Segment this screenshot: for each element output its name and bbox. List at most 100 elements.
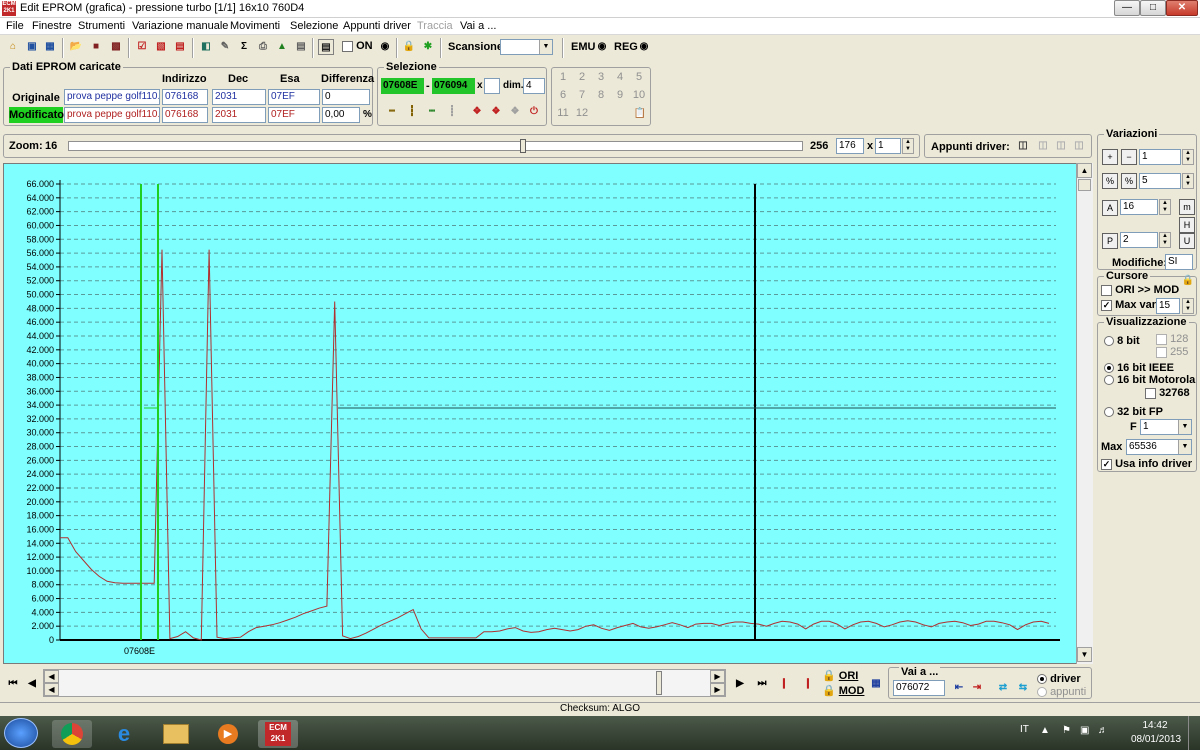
decrease-percent-icon[interactable]: % — [1121, 173, 1137, 189]
map-button-3[interactable]: 3 — [592, 69, 610, 85]
selection-x-field[interactable] — [484, 78, 500, 94]
f-select[interactable]: 1 ▼ — [1140, 419, 1192, 435]
hold-icon[interactable]: H — [1179, 217, 1195, 233]
goto-right-icon[interactable]: ⇥ — [969, 680, 985, 696]
menu-file[interactable]: File — [6, 20, 24, 32]
step2-field[interactable]: 5 — [1139, 173, 1181, 189]
prev-page-icon[interactable]: ◀ — [24, 676, 40, 692]
graph-area[interactable]: 0 2.000 4.000 6.000 8.000 10.000 12.000 14.000 1… — [3, 163, 1093, 664]
copy-selection-icon[interactable]: ❖ — [469, 104, 485, 120]
menu-finestre[interactable]: Finestre — [32, 20, 72, 32]
clock-date[interactable]: 08/01/2013 — [1128, 734, 1184, 745]
chevron-down-icon[interactable]: ▼ — [1178, 420, 1191, 434]
panel-icon[interactable]: ▦ — [42, 39, 58, 55]
usa-info-checkbox[interactable]: ✓ — [1101, 458, 1112, 470]
swap-icon[interactable]: ⇄ — [995, 680, 1011, 696]
file-explorer-icon[interactable] — [156, 720, 196, 748]
radio-16bit-motorola[interactable]: 16 bit Motorola — [1104, 374, 1195, 386]
map-button-8[interactable]: 8 — [592, 87, 610, 103]
calculator-icon[interactable]: ◧ — [198, 39, 214, 55]
map-button-11[interactable]: 11 — [554, 105, 572, 121]
zoom-slider-track[interactable] — [68, 139, 803, 153]
map-button-5[interactable]: 5 — [630, 69, 648, 85]
swap-back-icon[interactable]: ⇆ — [1015, 680, 1031, 696]
radio-8bit[interactable]: 8 bit — [1104, 335, 1140, 347]
eprom-chart[interactable]: 0 2.000 4.000 6.000 8.000 10.000 12.000 14.000 1… — [4, 164, 1076, 663]
tray-chevron-icon[interactable]: ▲ — [1040, 725, 1050, 736]
window-icon[interactable]: ▤ — [318, 39, 334, 55]
h-scroll-thumb[interactable] — [656, 671, 662, 695]
step2-spinner[interactable]: ▲ ▼ — [1182, 173, 1194, 189]
zoom-spinner[interactable]: ▲ ▼ — [902, 138, 914, 154]
map-button-7[interactable]: 7 — [573, 87, 591, 103]
graph-vertical-scrollbar[interactable]: ▲ ▼ — [1076, 163, 1093, 664]
scroll-right-2-icon[interactable]: ▶ — [710, 683, 725, 696]
scroll-right-icon[interactable]: ▶ — [710, 670, 725, 683]
maximize-button[interactable]: □ — [1140, 0, 1166, 16]
map-button-6[interactable]: 6 — [554, 87, 572, 103]
minimize-button[interactable]: — — [1114, 0, 1140, 16]
menu-selezione[interactable]: Selezione — [290, 20, 338, 32]
mod-button[interactable]: 🔒 MOD — [822, 684, 864, 697]
show-desktop-button[interactable] — [1188, 716, 1200, 750]
chevron-down-icon[interactable]: ▼ — [1178, 440, 1191, 454]
ori-button[interactable]: 🔒 ORI — [822, 669, 858, 682]
select-range-icon[interactable]: ┉ — [424, 104, 440, 120]
originale-diff[interactable]: 0 — [322, 89, 370, 105]
scroll-left-icon[interactable]: ◀ — [44, 670, 59, 683]
increase-step-icon[interactable]: + — [1102, 149, 1118, 165]
usa-info-toggle[interactable]: ✓ Usa info driver — [1101, 458, 1192, 470]
dim-field[interactable]: 4 — [523, 78, 545, 94]
zoom-value[interactable]: 176 — [836, 138, 864, 154]
runner-icon[interactable]: ✱ — [420, 39, 436, 55]
menu-strumenti[interactable]: Strumenti — [78, 20, 125, 32]
map-button-9[interactable]: 9 — [611, 87, 629, 103]
scroll-down-arrow-icon[interactable]: ▼ — [1077, 647, 1092, 662]
map-button-2[interactable]: 2 — [573, 69, 591, 85]
selection-to[interactable]: 076094 — [432, 78, 475, 94]
radio-16bit-ieee[interactable]: 16 bit IEEE — [1104, 362, 1174, 374]
map-button-12[interactable]: 12 — [573, 105, 591, 121]
ecm-app-icon[interactable]: ECM 2K1 — [258, 720, 298, 748]
menu-appunti-driver[interactable]: Appunti driver — [343, 20, 411, 32]
media-player-icon[interactable]: ▶ — [208, 720, 248, 748]
on-checkbox[interactable] — [342, 40, 353, 52]
tray-flag-icon[interactable]: ⚑ — [1062, 725, 1071, 736]
cursor-lock-icon[interactable]: 🔒 — [1180, 273, 1196, 289]
max-select[interactable]: 65536 ▼ — [1126, 439, 1192, 455]
scroll-thumb[interactable] — [1078, 179, 1091, 191]
maxvar-field[interactable]: 15 — [1156, 298, 1180, 314]
maxvar-toggle[interactable]: ✓ Max var — [1101, 299, 1156, 311]
last-icon[interactable]: ⏭ — [754, 676, 770, 692]
scroll-up-arrow-icon[interactable]: ▲ — [1077, 163, 1092, 178]
clock-time[interactable]: 14:42 — [1140, 720, 1170, 731]
vai-a-field[interactable]: 076072 — [893, 680, 945, 696]
flag-icon[interactable]: ▦ — [868, 676, 884, 692]
internet-explorer-icon[interactable]: e — [104, 720, 144, 748]
check-icon[interactable]: ☑ — [134, 39, 150, 55]
menu-movimenti[interactable]: Movimenti — [230, 20, 280, 32]
edit-icon[interactable]: ✎ — [217, 39, 233, 55]
multiply-icon[interactable]: m — [1179, 199, 1195, 215]
on-toggle[interactable]: ON — [342, 40, 373, 52]
clip-copy-icon[interactable]: ◫ — [1015, 138, 1031, 154]
decrease-step-icon[interactable]: − — [1121, 149, 1137, 165]
prev-mark-icon[interactable]: ❙ — [776, 676, 792, 692]
table-icon[interactable]: ▤ — [172, 39, 188, 55]
selection-from[interactable]: 07608E — [381, 78, 424, 94]
step3-spinner[interactable]: ▲ ▼ — [1159, 199, 1171, 215]
goto-left-icon[interactable]: ⇤ — [951, 680, 967, 696]
modificato-diff[interactable]: 0,00 — [322, 107, 360, 123]
radio-driver[interactable]: driver — [1037, 673, 1081, 685]
step3-field[interactable]: 16 — [1120, 199, 1158, 215]
tray-volume-icon[interactable]: ♬ — [1098, 725, 1108, 736]
scansione-select[interactable]: ▼ — [500, 39, 553, 55]
compare-icon[interactable]: ▧ — [153, 39, 169, 55]
step1-field[interactable]: 1 — [1139, 149, 1181, 165]
reg-dot-icon[interactable]: ◉ — [636, 39, 652, 55]
radio-appunti[interactable]: appunti — [1037, 686, 1086, 698]
start-button[interactable] — [4, 718, 38, 748]
clipboard-icon[interactable]: 📋 — [632, 106, 648, 122]
next-mark-icon[interactable]: ❙ — [800, 676, 816, 692]
save-as-icon[interactable]: ▩ — [108, 39, 124, 55]
